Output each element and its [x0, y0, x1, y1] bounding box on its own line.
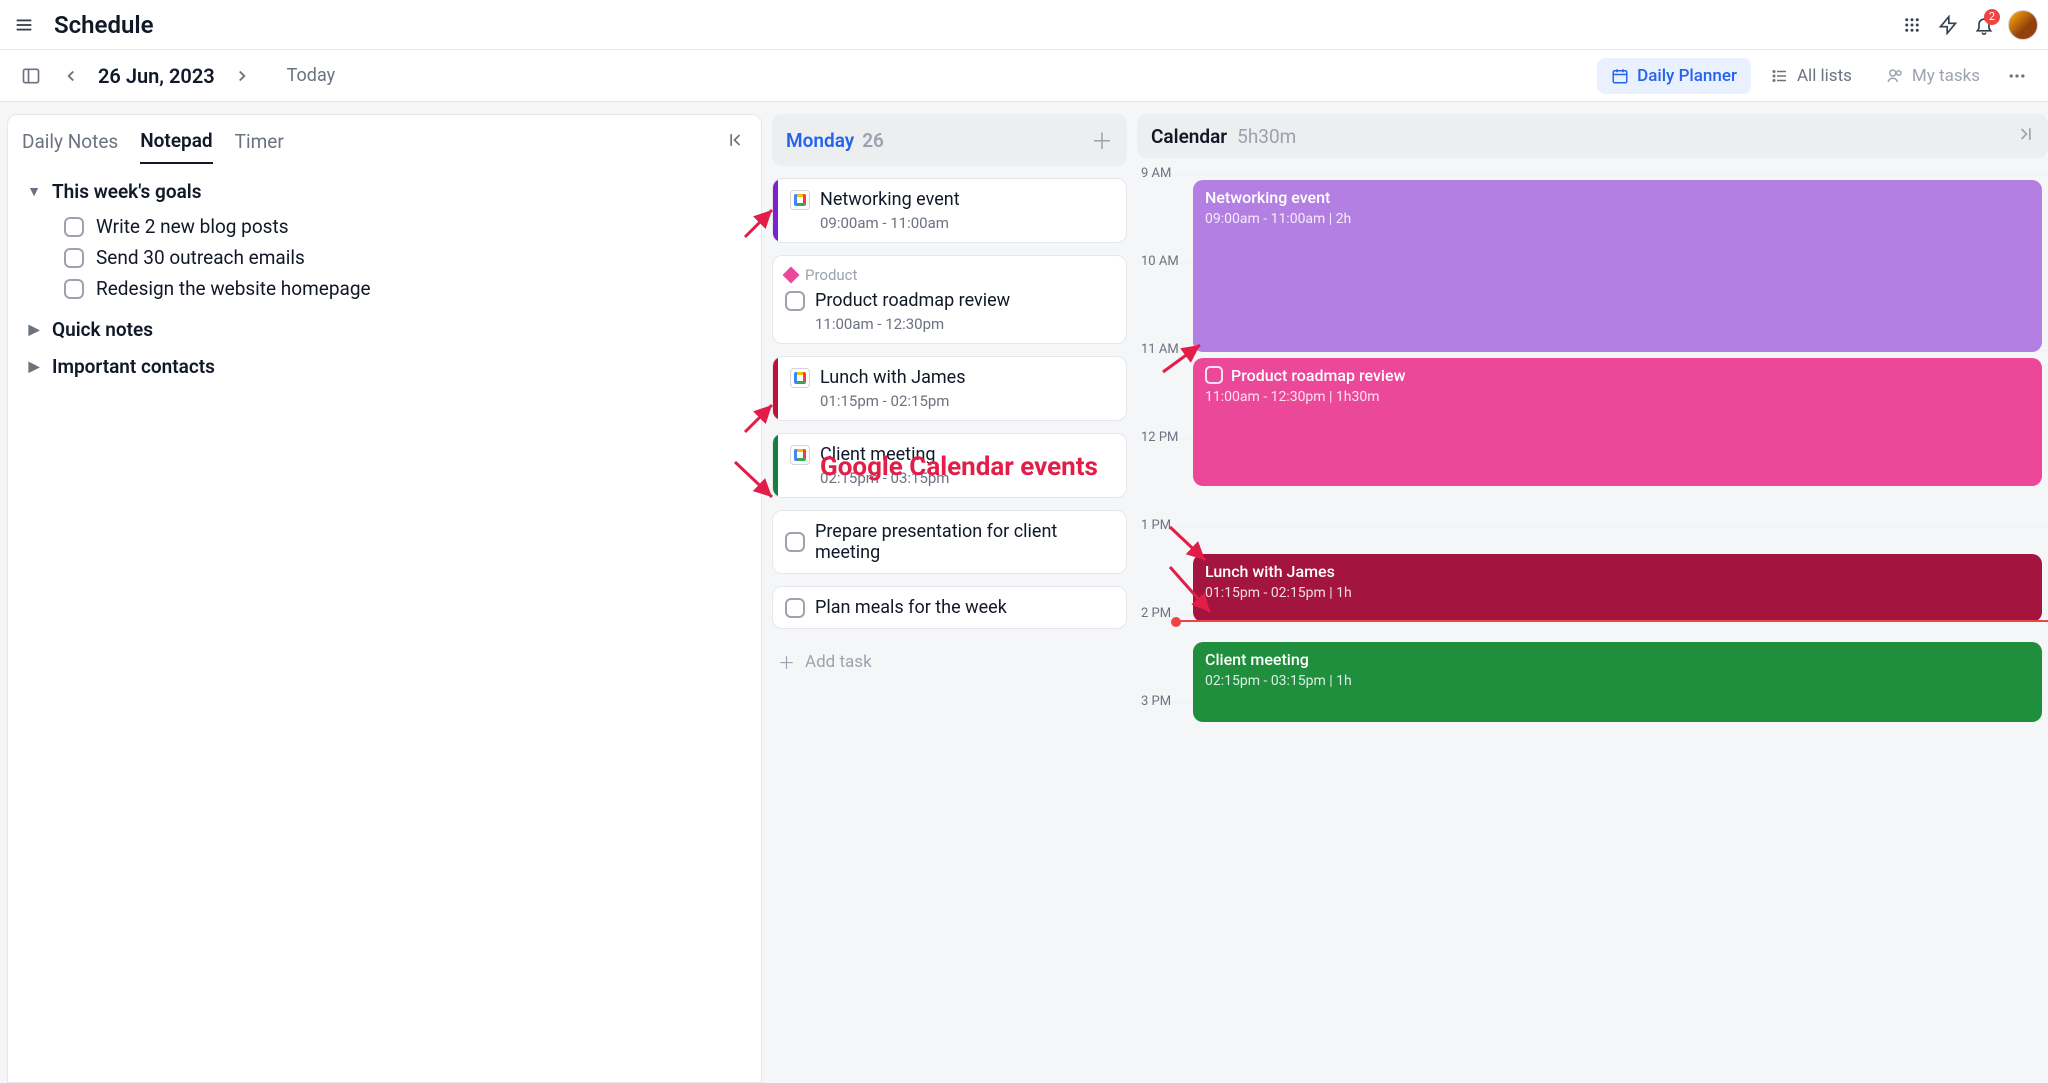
prev-day-button[interactable] — [54, 59, 88, 93]
notepad-section-title: Quick notes — [52, 318, 153, 341]
add-task-placeholder: Add task — [805, 652, 872, 672]
tab-notepad[interactable]: Notepad — [140, 119, 212, 164]
event-subtitle: 02:15pm - 03:15pm | 1h — [1205, 673, 2030, 689]
task-title: Plan meals for the week — [815, 597, 1007, 618]
event-title: Client meeting — [1205, 650, 1309, 669]
today-button[interactable]: Today — [287, 65, 335, 86]
calendar-grid[interactable]: 9 AM 10 AM 11 AM 12 PM 1 PM 2 PM 3 PM Networkin… — [1137, 164, 2048, 1083]
checkbox-icon[interactable] — [785, 532, 805, 552]
notepad-section-title: Important contacts — [52, 355, 215, 378]
calendar-event[interactable]: Networking event 09:00am - 11:00am | 2h — [1193, 180, 2042, 352]
goal-label: Write 2 new blog posts — [96, 215, 289, 238]
app-title: Schedule — [54, 11, 154, 39]
goal-label: Send 30 outreach emails — [96, 246, 305, 269]
hour-label: 10 AM — [1141, 254, 1179, 269]
planner-card[interactable]: Prepare presentation for client meeting — [772, 510, 1127, 574]
hour-label: 2 PM — [1141, 606, 1171, 621]
planner-card[interactable]: Lunch with James 01:15pm - 02:15pm — [772, 356, 1127, 421]
add-task-input[interactable]: ＋ Add task — [772, 641, 1127, 682]
notification-badge: 2 — [1984, 9, 2000, 25]
current-date[interactable]: 26 Jun, 2023 — [98, 64, 215, 88]
menu-button[interactable] — [6, 7, 42, 43]
event-subtitle: 11:00am - 12:30pm | 1h30m — [1205, 389, 2030, 405]
google-calendar-icon — [790, 368, 810, 388]
checkbox-icon[interactable] — [1205, 366, 1223, 384]
bolt-icon[interactable] — [1930, 7, 1966, 43]
google-calendar-icon — [790, 445, 810, 465]
event-title: Networking event — [1205, 188, 1330, 207]
caret-right-icon: ▶ — [26, 359, 42, 375]
hour-label: 9 AM — [1141, 166, 1171, 181]
next-day-button[interactable] — [225, 59, 259, 93]
planner-card[interactable]: Product Product roadmap review 11:00am -… — [772, 255, 1127, 344]
goal-item[interactable]: Write 2 new blog posts — [64, 211, 743, 242]
hour-label: 11 AM — [1141, 342, 1179, 357]
checkbox-icon[interactable] — [64, 248, 84, 268]
caret-down-icon: ▼ — [26, 183, 42, 200]
task-time: 02:15pm - 03:15pm — [820, 469, 1114, 487]
all-lists-label: All lists — [1797, 66, 1852, 86]
current-time-line — [1177, 620, 2048, 622]
event-title: Product roadmap review — [1231, 366, 1405, 385]
hour-label: 12 PM — [1141, 430, 1178, 445]
notepad-section-goals[interactable]: ▼ This week's goals — [26, 180, 743, 203]
task-time: 11:00am - 12:30pm — [815, 315, 1114, 333]
hour-label: 1 PM — [1141, 518, 1171, 533]
collapse-right-icon[interactable] — [2014, 124, 2034, 148]
collapse-left-icon[interactable] — [727, 130, 747, 154]
tag-dot-icon — [783, 267, 800, 284]
hour-label: 3 PM — [1141, 694, 1171, 709]
checkbox-icon[interactable] — [785, 598, 805, 618]
notepad-section-important-contacts[interactable]: ▶ Important contacts — [26, 355, 743, 378]
calendar-duration: 5h30m — [1237, 125, 1296, 148]
tab-daily-notes[interactable]: Daily Notes — [22, 120, 118, 163]
goal-item[interactable]: Send 30 outreach emails — [64, 242, 743, 273]
all-lists-tab[interactable]: All lists — [1757, 58, 1866, 94]
more-options-button[interactable] — [2000, 59, 2034, 93]
checkbox-icon[interactable] — [785, 291, 805, 311]
task-time: 01:15pm - 02:15pm — [820, 392, 1114, 410]
planner-day-number: 26 — [862, 129, 884, 152]
apps-grid-icon[interactable] — [1894, 7, 1930, 43]
tab-timer[interactable]: Timer — [235, 120, 284, 163]
add-task-icon[interactable]: ＋ — [1091, 124, 1113, 156]
goal-label: Redesign the website homepage — [96, 277, 371, 300]
task-title: Product roadmap review — [815, 290, 1010, 311]
event-subtitle: 09:00am - 11:00am | 2h — [1205, 211, 2030, 227]
calendar-title: Calendar — [1151, 125, 1227, 148]
planner-card[interactable]: Client meeting 02:15pm - 03:15pm — [772, 433, 1127, 498]
task-title: Lunch with James — [820, 367, 966, 388]
my-tasks-tab[interactable]: My tasks — [1872, 58, 1994, 94]
planner-card[interactable]: Networking event 09:00am - 11:00am — [772, 178, 1127, 243]
planner-card[interactable]: Plan meals for the week — [772, 586, 1127, 629]
avatar[interactable] — [2008, 10, 2038, 40]
calendar-event[interactable]: Product roadmap review 11:00am - 12:30pm … — [1193, 358, 2042, 486]
task-title: Prepare presentation for client meeting — [815, 521, 1114, 563]
daily-planner-label: Daily Planner — [1637, 66, 1737, 86]
calendar-event[interactable]: Lunch with James 01:15pm - 02:15pm | 1h — [1193, 554, 2042, 622]
event-subtitle: 01:15pm - 02:15pm | 1h — [1205, 585, 2030, 601]
my-tasks-label: My tasks — [1912, 66, 1980, 86]
caret-right-icon: ▶ — [26, 322, 42, 338]
bell-icon[interactable]: 2 — [1966, 7, 2002, 43]
checkbox-icon[interactable] — [64, 279, 84, 299]
notepad-section-title: This week's goals — [52, 180, 202, 203]
checkbox-icon[interactable] — [64, 217, 84, 237]
task-time: 09:00am - 11:00am — [820, 214, 1114, 232]
goal-item[interactable]: Redesign the website homepage — [64, 273, 743, 304]
google-calendar-icon — [790, 190, 810, 210]
daily-planner-tab[interactable]: Daily Planner — [1597, 58, 1751, 94]
event-title: Lunch with James — [1205, 562, 1335, 581]
task-title: Client meeting — [820, 444, 936, 465]
side-panel-icon[interactable] — [14, 59, 48, 93]
task-tag: Product — [805, 266, 857, 284]
task-title: Networking event — [820, 189, 960, 210]
planner-day-name: Monday — [786, 129, 854, 152]
notepad-section-quick-notes[interactable]: ▶ Quick notes — [26, 318, 743, 341]
plus-icon: ＋ — [778, 649, 795, 674]
calendar-event[interactable]: Client meeting 02:15pm - 03:15pm | 1h — [1193, 642, 2042, 722]
